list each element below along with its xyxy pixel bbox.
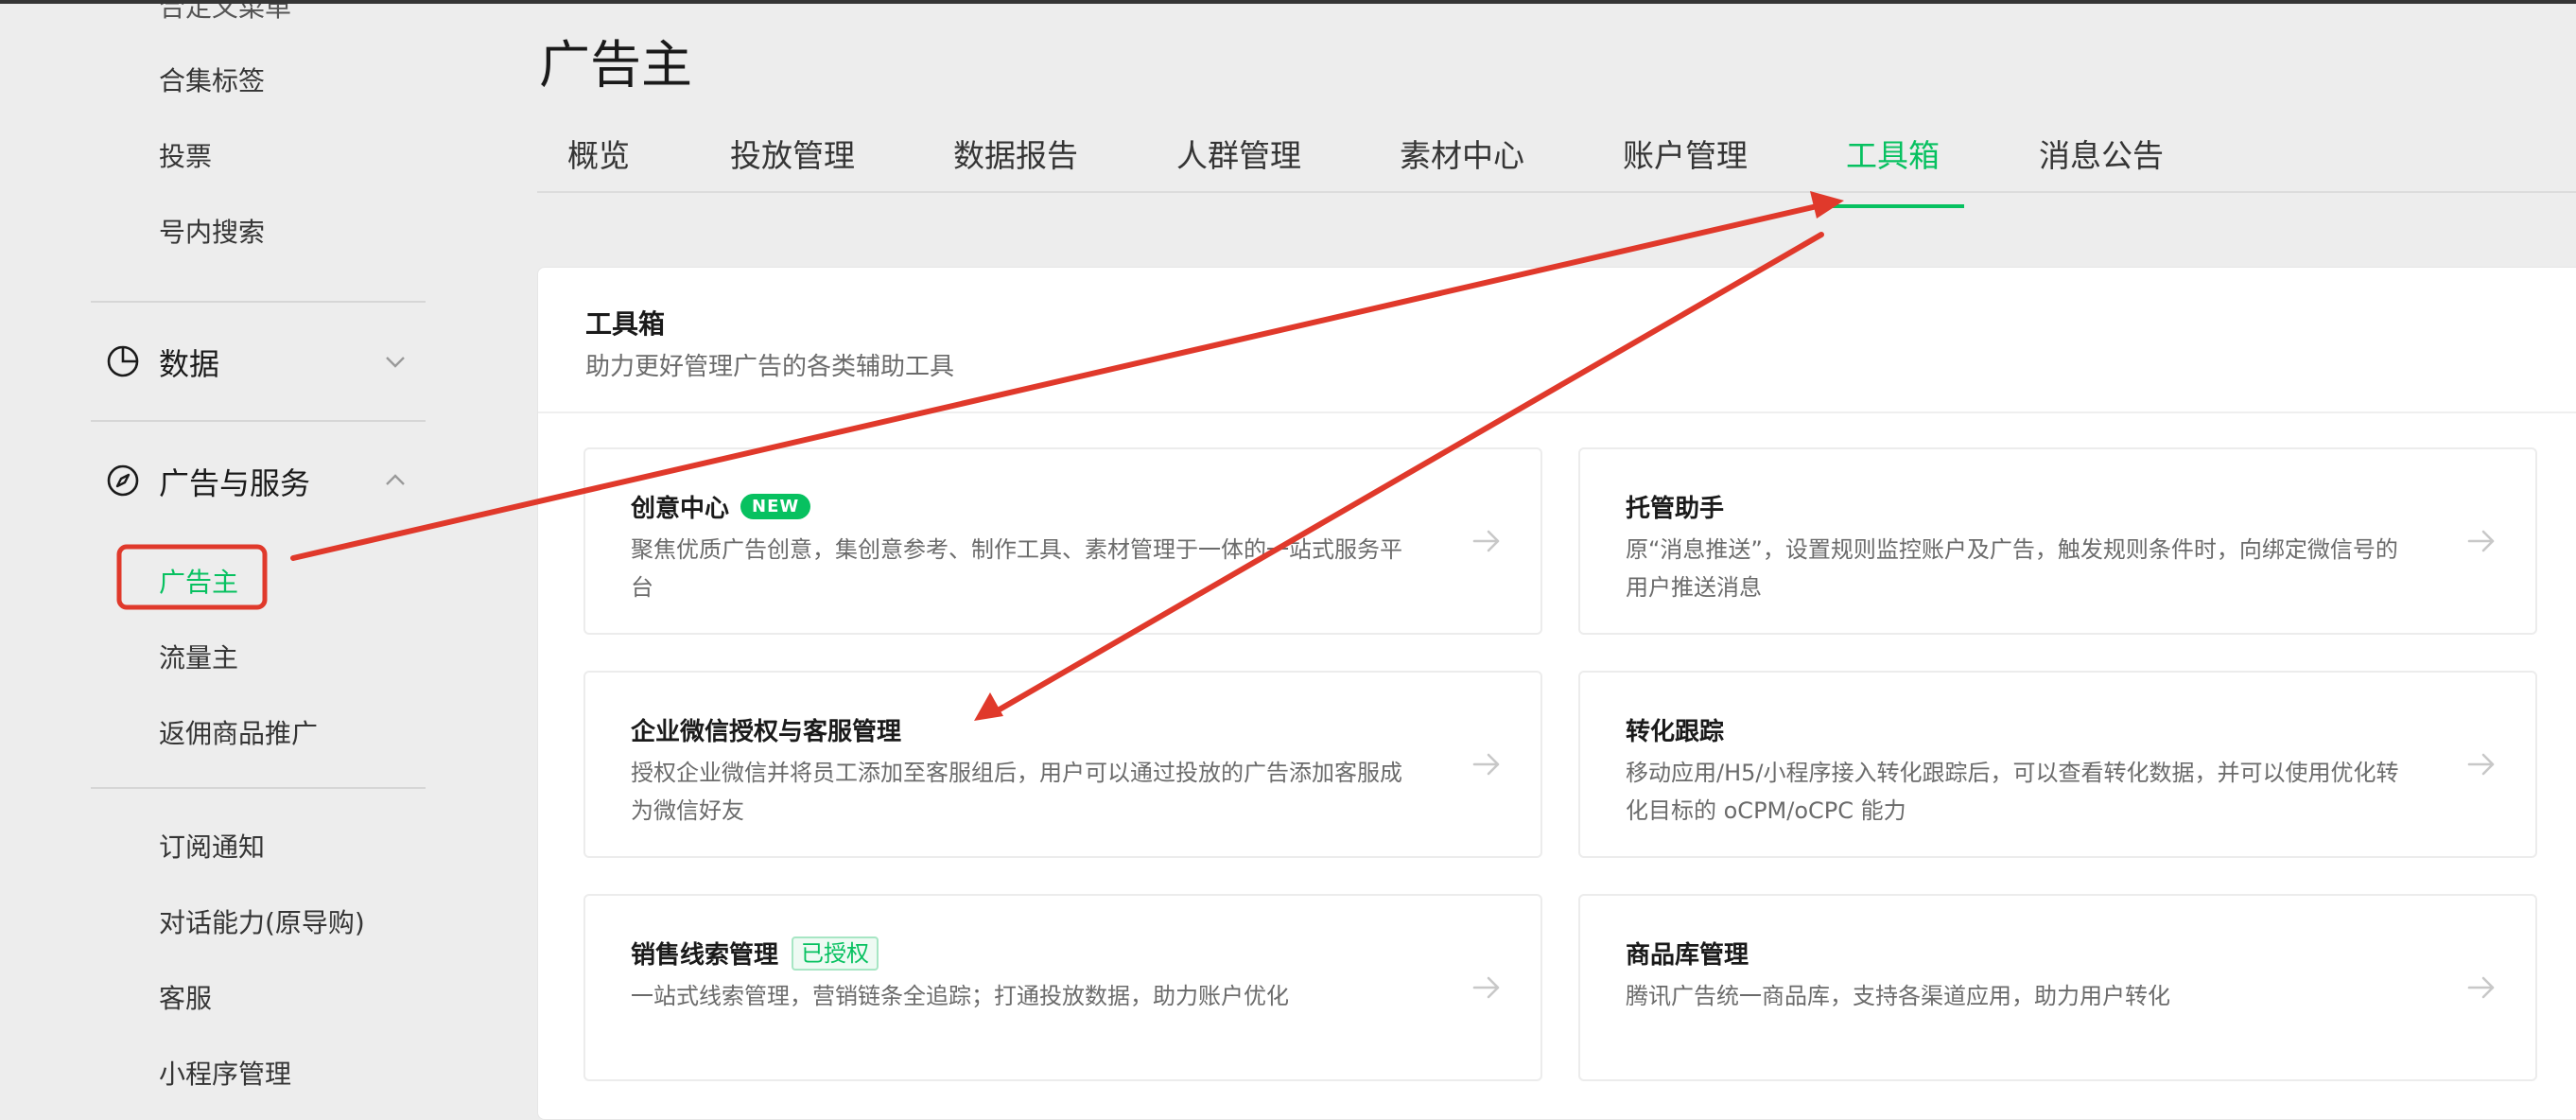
tab-creative-center[interactable]: 素材中心 (1400, 131, 1524, 197)
card-title: 创意中心 (631, 495, 730, 523)
tab-account-management[interactable]: 账户管理 (1623, 131, 1748, 197)
sidebar-item-custom-menu[interactable]: 合定义菜单 (159, 4, 291, 25)
tab-bar: 概览 投放管理 数据报告 人群管理 素材中心 账户管理 工具箱 消息公告 (537, 123, 2576, 208)
toolbox-panel: 工具箱 助力更好管理广告的各类辅助工具 创意中心 NEW 聚焦优质广告创意，集创… (537, 267, 2576, 1120)
sidebar-item-customer-service[interactable]: 客服 (159, 978, 212, 1016)
arrow-right-icon[interactable] (1469, 746, 1505, 782)
card-description: 一站式线索管理，营销链条全追踪；打通投放数据，助力账户优化 (631, 983, 1289, 1009)
tab-toolbox[interactable]: 工具箱 (1821, 131, 1964, 208)
chevron-down-icon (386, 357, 405, 368)
toolbox-subtitle: 助力更好管理广告的各类辅助工具 (585, 353, 955, 381)
tab-campaign-management[interactable]: 投放管理 (730, 131, 855, 197)
card-title: 企业微信授权与客服管理 (631, 718, 902, 746)
card-description: 授权企业微信并将员工添加至客服组后，用户可以通过投放的广告添加客服成为微信好友 (631, 760, 1402, 824)
sidebar-item-subscription-notice[interactable]: 订阅通知 (159, 827, 265, 865)
authorized-badge: 已授权 (792, 936, 879, 971)
sidebar-item-publisher[interactable]: 流量主 (159, 638, 238, 675)
card-description: 腾讯广告统一商品库，支持各渠道应用，助力用户转化 (1626, 983, 2170, 1009)
sidebar-group-ads-services[interactable]: 广告与服务 (106, 458, 409, 503)
card-title-row: 创意中心 NEW (631, 489, 811, 524)
sidebar-item-dialog-capability[interactable]: 对话能力(原导购) (159, 902, 365, 940)
sidebar-divider (91, 420, 426, 422)
card-title-row: 销售线索管理 已授权 (631, 936, 879, 971)
card-description: 移动应用/H5/小程序接入转化跟踪后，可以查看转化数据，并可以使用优化转化目标的… (1626, 760, 2399, 824)
chevron-up-icon (386, 474, 405, 485)
tool-card-creative-center[interactable]: 创意中心 NEW 聚焦优质广告创意，集创意参考、制作工具、素材管理于一体的一站式… (583, 447, 1542, 635)
tab-announcements[interactable]: 消息公告 (2039, 131, 2164, 197)
new-badge: NEW (740, 494, 811, 519)
card-title: 转化跟踪 (1626, 718, 1725, 746)
card-title: 商品库管理 (1626, 941, 1749, 970)
sidebar-item-advertiser[interactable]: 广告主 (159, 562, 238, 600)
card-title-row: 企业微信授权与客服管理 (631, 712, 901, 747)
page-title: 广告主 (539, 35, 692, 95)
card-title: 销售线索管理 (631, 941, 779, 970)
sidebar-group-label: 广告与服务 (159, 465, 311, 501)
arrow-right-icon[interactable] (1469, 970, 1505, 1006)
tool-card-wecom-authorization[interactable]: 企业微信授权与客服管理 授权企业微信并将员工添加至客服组后，用户可以通过投放的广… (583, 671, 1542, 858)
sidebar-group-data[interactable]: 数据 (106, 339, 409, 384)
card-title: 托管助手 (1626, 495, 1725, 523)
tool-card-conversion-tracking[interactable]: 转化跟踪 移动应用/H5/小程序接入转化跟踪后，可以查看转化数据，并可以使用优化… (1578, 671, 2537, 858)
pie-chart-icon (107, 345, 139, 377)
card-title-row: 托管助手 (1626, 489, 1724, 524)
card-description: 聚焦优质广告创意，集创意参考、制作工具、素材管理于一体的一站式服务平台 (631, 536, 1402, 601)
card-title-row: 转化跟踪 (1626, 712, 1724, 747)
arrow-right-icon[interactable] (2463, 970, 2499, 1006)
arrow-right-icon[interactable] (1469, 523, 1505, 559)
sidebar-divider (91, 787, 426, 789)
sidebar-item-collection-tags[interactable]: 合集标签 (159, 61, 265, 98)
sidebar: 合定义菜单 合集标签 投票 号内搜索 数据 广告与服务 广告主 流量主 返佣商品… (0, 4, 492, 1099)
sidebar-item-miniprogram-management[interactable]: 小程序管理 (159, 1054, 291, 1092)
tool-card-product-library[interactable]: 商品库管理 腾讯广告统一商品库，支持各渠道应用，助力用户转化 (1578, 894, 2537, 1081)
toolbox-title: 工具箱 (585, 308, 666, 340)
sidebar-item-account-search[interactable]: 号内搜索 (159, 212, 265, 250)
tool-card-hosting-assistant[interactable]: 托管助手 原“消息推送”，设置规则监控账户及广告，触发规则条件时，向绑定微信号的… (1578, 447, 2537, 635)
card-title-row: 商品库管理 (1626, 936, 1749, 971)
sidebar-divider (91, 301, 426, 303)
tool-card-sales-leads[interactable]: 销售线索管理 已授权 一站式线索管理，营销链条全追踪；打通投放数据，助力账户优化 (583, 894, 1542, 1081)
sidebar-item-commission-promotion[interactable]: 返佣商品推广 (159, 713, 318, 751)
card-description: 原“消息推送”，设置规则监控账户及广告，触发规则条件时，向绑定微信号的用户推送消… (1626, 536, 2398, 601)
sidebar-group-label: 数据 (159, 346, 220, 382)
tab-overview[interactable]: 概览 (567, 131, 630, 197)
tab-audience-management[interactable]: 人群管理 (1176, 131, 1301, 197)
compass-icon (107, 464, 139, 497)
tab-data-report[interactable]: 数据报告 (953, 131, 1078, 197)
arrow-right-icon[interactable] (2463, 746, 2499, 782)
arrow-right-icon[interactable] (2463, 523, 2499, 559)
panel-divider (538, 411, 2576, 413)
sidebar-item-vote[interactable]: 投票 (159, 136, 212, 174)
